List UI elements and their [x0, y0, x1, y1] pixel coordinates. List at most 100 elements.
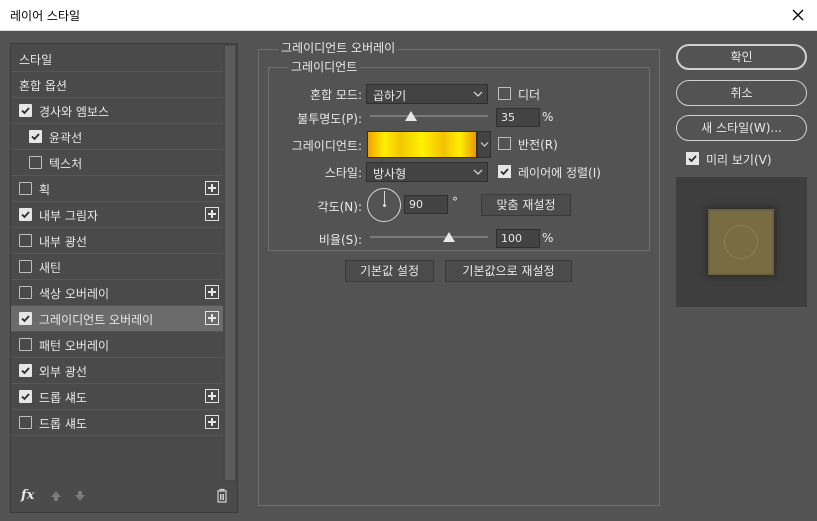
blend-mode-value: 곱하기 — [373, 89, 407, 103]
style-item-label: 획 — [39, 183, 51, 197]
move-up-icon[interactable] — [49, 489, 63, 503]
style-item-label: 내부 그림자 — [39, 209, 99, 223]
style-list-item[interactable]: 드롭 섀도 — [11, 410, 223, 436]
scale-unit: % — [542, 231, 554, 245]
move-down-icon[interactable] — [73, 489, 87, 503]
style-list-item[interactable]: 그레이디언트 오버레이 — [11, 306, 223, 332]
style-item-label: 그레이디언트 오버레이 — [39, 313, 154, 327]
opacity-input[interactable]: 35 — [496, 108, 540, 127]
style-item-checkbox[interactable] — [19, 260, 32, 273]
style-list-item[interactable]: 획 — [11, 176, 223, 202]
angle-dial[interactable] — [367, 188, 401, 222]
preview-swatch-ring — [724, 225, 758, 259]
scale-slider-thumb[interactable] — [442, 232, 455, 242]
group-title: 그레이디언트 오버레이 — [278, 39, 399, 56]
style-item-label: 혼합 옵션 — [19, 79, 67, 93]
scale-slider-track[interactable] — [370, 236, 488, 238]
style-item-label: 경사와 엠보스 — [39, 105, 110, 119]
style-item-label: 스타일 — [19, 53, 53, 67]
opacity-slider-track[interactable] — [370, 115, 488, 117]
gradient-swatch[interactable] — [367, 131, 477, 158]
style-list-item[interactable]: 색상 오버레이 — [11, 280, 223, 306]
style-list-item[interactable]: 스타일 — [11, 46, 223, 72]
style-list-toolbar: fx — [11, 482, 237, 512]
style-item-label: 윤곽선 — [49, 131, 83, 145]
style-item-checkbox[interactable] — [19, 338, 32, 351]
make-default-button[interactable]: 기본값 설정 — [345, 260, 434, 282]
title-bar: 레이어 스타일 — [0, 0, 817, 31]
style-item-checkbox[interactable] — [19, 182, 32, 195]
add-effect-icon[interactable] — [205, 285, 219, 299]
angle-dial-center — [383, 204, 386, 207]
trash-icon[interactable] — [215, 488, 229, 503]
gradient-style-dropdown[interactable]: 방사형 — [366, 162, 488, 182]
style-item-label: 패턴 오버레이 — [39, 339, 110, 353]
chevron-down-icon — [473, 169, 483, 175]
style-item-checkbox[interactable] — [19, 364, 32, 377]
angle-label: 각도(N): — [317, 200, 362, 214]
style-item-label: 드롭 섀도 — [39, 391, 87, 405]
opacity-unit: % — [542, 110, 554, 124]
style-preview — [676, 177, 807, 307]
preview-checkbox[interactable] — [686, 152, 699, 165]
add-effect-icon[interactable] — [205, 207, 219, 221]
close-icon[interactable] — [787, 4, 809, 26]
scale-input[interactable]: 100 — [496, 229, 540, 248]
style-list-item[interactable]: 드롭 섀도 — [11, 384, 223, 410]
style-item-checkbox[interactable] — [19, 234, 32, 247]
gradient-picker-button[interactable] — [477, 131, 491, 158]
style-item-label: 색상 오버레이 — [39, 287, 110, 301]
scrollbar-thumb[interactable] — [225, 46, 235, 480]
gradient-label: 그레이디언트: — [291, 139, 362, 153]
style-list-item[interactable]: 경사와 엠보스 — [11, 98, 223, 124]
style-item-checkbox[interactable] — [19, 312, 32, 325]
style-list-item[interactable]: 텍스처 — [11, 150, 223, 176]
style-item-checkbox[interactable] — [19, 416, 32, 429]
opacity-slider-thumb[interactable] — [405, 111, 418, 121]
chevron-down-icon — [480, 142, 489, 147]
align-with-layer-label: 레이어에 정렬(I) — [518, 166, 601, 180]
style-item-label: 외부 광선 — [39, 365, 87, 379]
blend-mode-dropdown[interactable]: 곱하기 — [366, 84, 488, 104]
style-list-item[interactable]: 외부 광선 — [11, 358, 223, 384]
window-title: 레이어 스타일 — [10, 9, 81, 23]
style-list-item[interactable]: 내부 그림자 — [11, 202, 223, 228]
style-list-item[interactable]: 패턴 오버레이 — [11, 332, 223, 358]
style-item-label: 새틴 — [39, 261, 62, 275]
style-item-checkbox[interactable] — [19, 286, 32, 299]
style-item-label: 드롭 섀도 — [39, 417, 87, 431]
style-item-checkbox[interactable] — [29, 156, 42, 169]
align-with-layer-checkbox[interactable] — [498, 165, 511, 178]
chevron-down-icon — [473, 91, 483, 97]
style-list-item[interactable]: 윤곽선 — [11, 124, 223, 150]
add-effect-icon[interactable] — [205, 415, 219, 429]
angle-input[interactable]: 90 — [404, 195, 448, 214]
reverse-checkbox[interactable] — [498, 137, 511, 150]
add-effect-icon[interactable] — [205, 181, 219, 195]
reverse-label: 반전(R) — [518, 138, 558, 152]
style-item-checkbox[interactable] — [19, 390, 32, 403]
preview-swatch — [708, 209, 774, 275]
reset-to-default-button[interactable]: 기본값으로 재설정 — [445, 260, 572, 282]
cancel-button[interactable]: 취소 — [676, 80, 807, 106]
reset-alignment-button[interactable]: 맞춤 재설정 — [481, 194, 571, 216]
subgroup-title: 그레이디언트 — [288, 58, 361, 75]
style-list-item[interactable]: 새틴 — [11, 254, 223, 280]
blend-mode-label: 혼합 모드: — [309, 88, 362, 102]
new-style-button[interactable]: 새 스타일(W)... — [676, 115, 807, 141]
dither-label: 디더 — [518, 88, 541, 102]
dither-checkbox[interactable] — [498, 87, 511, 100]
style-list-scrollbar[interactable] — [223, 44, 237, 484]
scale-value: 100 — [501, 232, 522, 245]
style-item-checkbox[interactable] — [29, 130, 42, 143]
ok-button[interactable]: 확인 — [676, 44, 807, 70]
fx-button[interactable]: fx — [21, 488, 34, 503]
style-list-item[interactable]: 내부 광선 — [11, 228, 223, 254]
add-effect-icon[interactable] — [205, 311, 219, 325]
style-item-label: 텍스처 — [49, 157, 83, 171]
style-list-item[interactable]: 혼합 옵션 — [11, 72, 223, 98]
style-item-checkbox[interactable] — [19, 208, 32, 221]
opacity-value: 35 — [501, 111, 515, 124]
style-item-checkbox[interactable] — [19, 104, 32, 117]
add-effect-icon[interactable] — [205, 389, 219, 403]
